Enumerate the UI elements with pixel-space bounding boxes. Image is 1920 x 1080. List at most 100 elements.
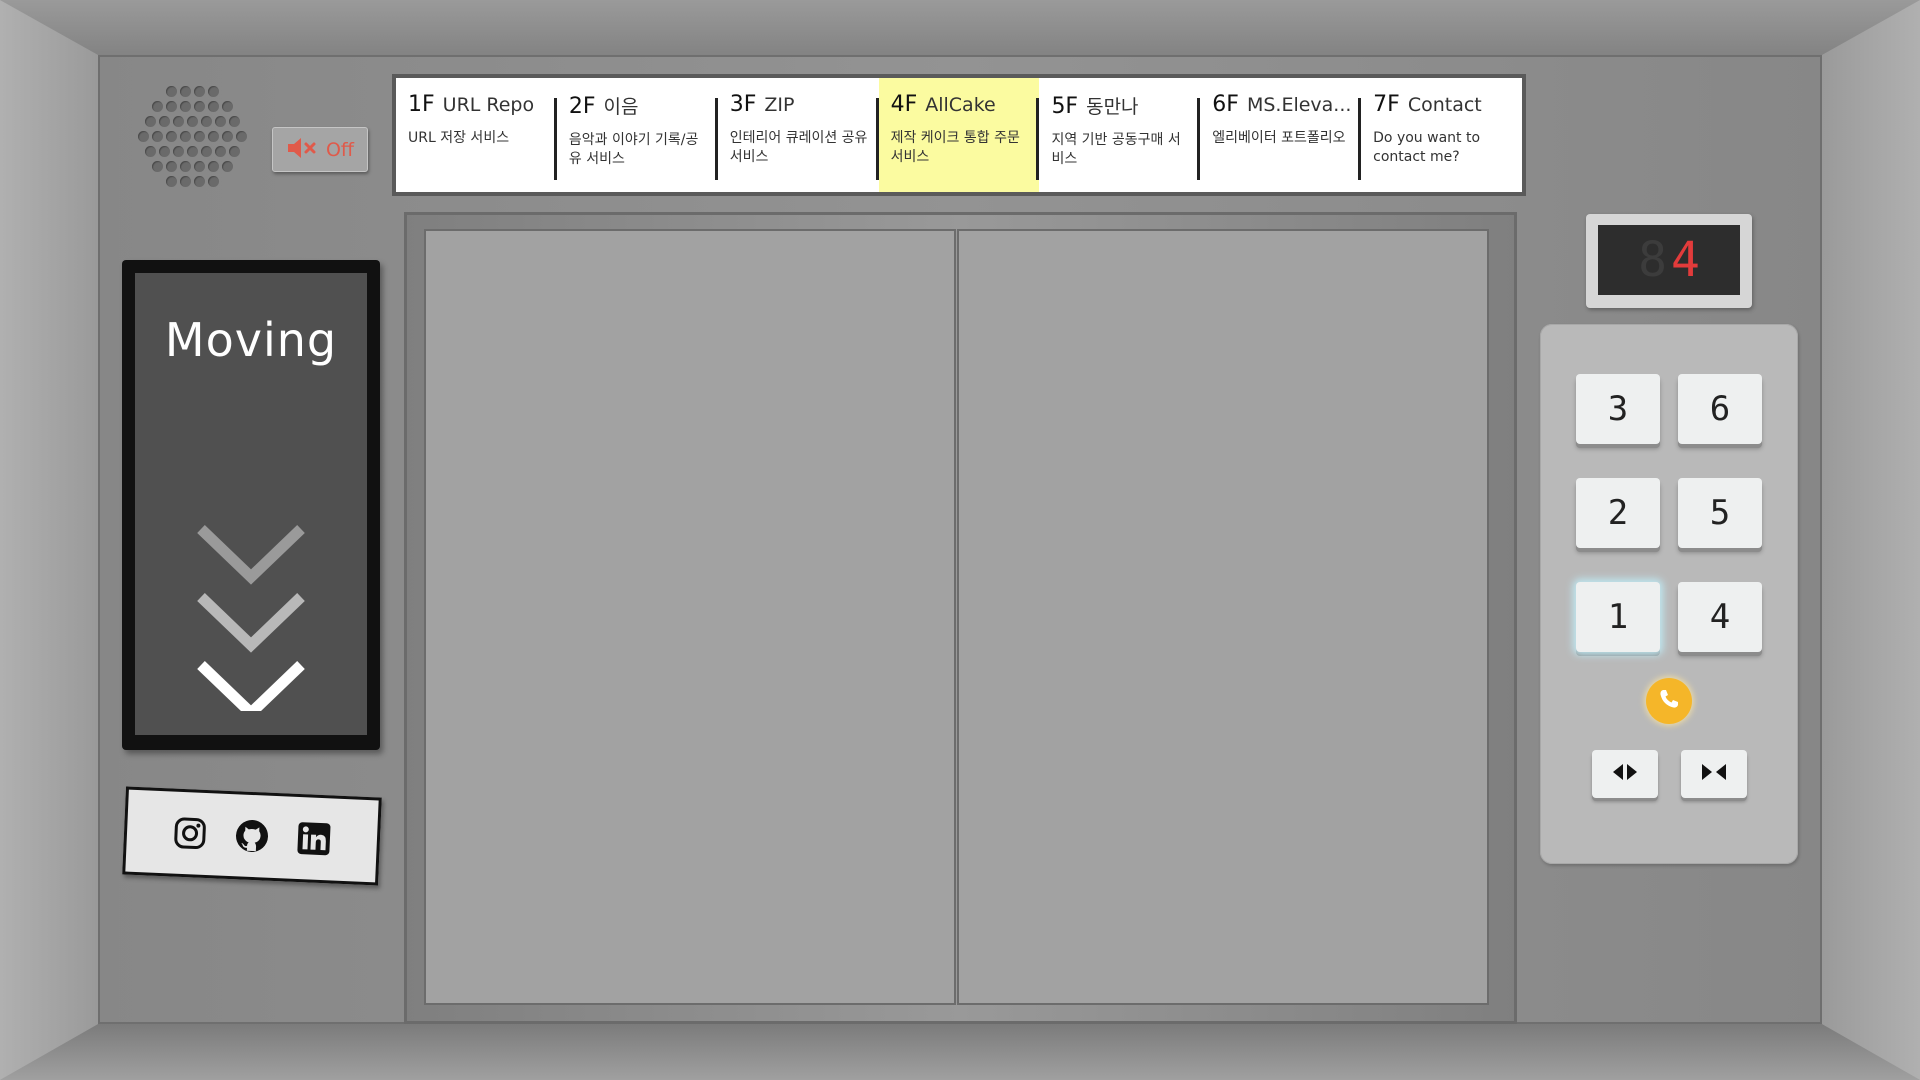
speaker-hole	[180, 176, 191, 187]
floor-entry-3f[interactable]: 3F ZIP 인테리어 큐레이션 공유 서비스	[718, 78, 879, 192]
floor-entry-head: 2F 이음	[569, 92, 708, 119]
chevron-down-icon	[197, 525, 305, 585]
speaker-grille	[132, 86, 252, 192]
speaker-hole	[208, 131, 219, 142]
floor-description: URL 저장 서비스	[408, 130, 510, 146]
speaker-hole	[166, 161, 177, 172]
floor-directory: 1F URL Repo URL 저장 서비스 2F 이음음악과 이야기 기록/공유 서비…	[392, 74, 1526, 196]
speaker-hole	[159, 146, 170, 157]
speaker-hole	[208, 101, 219, 112]
floor-number: 3F	[729, 92, 757, 117]
speaker-hole	[166, 101, 177, 112]
floor-number: 1F	[408, 92, 435, 117]
floor-description: Do you want to contact me?	[1373, 130, 1481, 165]
floor-entry-head: 7F Contact	[1373, 92, 1512, 117]
speaker-hole	[236, 131, 247, 142]
floor-entry-head: 4F AllCake	[891, 92, 1030, 117]
speaker-hole	[222, 161, 233, 172]
github-icon[interactable]	[232, 816, 272, 856]
floor-button-6[interactable]: 6	[1678, 374, 1762, 444]
speaker-hole	[166, 176, 177, 187]
floor-entry-6f[interactable]: 6F MS.Eleva... 엘리베이터 포트폴리오	[1200, 78, 1362, 192]
elevator-door-frame	[404, 212, 1517, 1024]
floor-name: URL Repo	[442, 94, 535, 116]
floor-indicator: 8 4	[1586, 214, 1752, 308]
speaker-hole	[194, 161, 205, 172]
floor-entry-head: 6F MS.Eleva...	[1212, 92, 1351, 117]
floor-description: 음악과 이야기 기록/공유 서비스	[568, 132, 699, 167]
speaker-hole	[215, 116, 226, 127]
speaker-hole	[208, 161, 219, 172]
speaker-hole	[229, 116, 240, 127]
door-close-icon	[1698, 762, 1730, 786]
floor-number: 6F	[1212, 92, 1239, 117]
speaker-hole	[194, 86, 205, 97]
chevron-down-icon	[197, 593, 305, 653]
door-open-button[interactable]	[1592, 750, 1658, 798]
speaker-hole	[222, 131, 233, 142]
speaker-hole	[159, 116, 170, 127]
call-button[interactable]	[1646, 678, 1692, 724]
chevron-down-icon	[197, 661, 305, 711]
down-arrows-icon	[197, 525, 305, 711]
speaker-hole	[194, 131, 205, 142]
floor-entry-2f[interactable]: 2F 이음음악과 이야기 기록/공유 서비스	[557, 78, 718, 192]
floor-button-1[interactable]: 1	[1576, 582, 1660, 652]
floor-button-2[interactable]: 2	[1576, 478, 1660, 548]
button-panel: 362514	[1540, 324, 1798, 864]
speaker-hole	[215, 146, 226, 157]
door-close-button[interactable]	[1681, 750, 1747, 798]
floor-description: 지역 기반 공동구매 서비스	[1051, 132, 1181, 167]
right-wall	[1822, 0, 1920, 1080]
speaker-hole	[145, 146, 156, 157]
left-door	[424, 229, 956, 1005]
phone-icon	[1658, 688, 1680, 714]
floor	[0, 1024, 1920, 1080]
floor-number: 4F	[890, 92, 918, 117]
floor-name: MS.Eleva...	[1246, 94, 1352, 116]
floor-name: AllCake	[925, 94, 996, 116]
floor-entry-head: 1F URL Repo	[408, 92, 547, 117]
speaker-hole	[166, 131, 177, 142]
floor-description: 제작 케이크 통합 주문 서비스	[890, 130, 1020, 165]
status-display: Moving	[122, 260, 380, 750]
speaker-hole	[194, 176, 205, 187]
linkedin-icon[interactable]	[294, 819, 334, 859]
status-screen: Moving	[135, 273, 367, 735]
floor-entry-7f[interactable]: 7F Contact Do you want to contact me?	[1361, 78, 1522, 192]
speaker-hole	[180, 161, 191, 172]
speaker-hole	[222, 101, 233, 112]
speaker-hole	[201, 116, 212, 127]
floor-entry-head: 3F ZIP	[730, 92, 869, 117]
door-open-icon	[1609, 762, 1641, 786]
floor-entry-head: 5F 동만나	[1051, 92, 1190, 119]
floor-button-4[interactable]: 4	[1678, 582, 1762, 652]
left-wall	[0, 0, 98, 1080]
speaker-hole	[138, 131, 149, 142]
floor-button-3[interactable]: 3	[1576, 374, 1660, 444]
floor-entry-5f[interactable]: 5F 동만나지역 기반 공동구매 서비스	[1039, 78, 1201, 192]
floor-number: 7F	[1373, 92, 1400, 117]
current-floor-digit: 4	[1671, 232, 1700, 288]
indicator-ghost-digit: 8	[1638, 232, 1667, 288]
floor-entry-1f[interactable]: 1F URL Repo URL 저장 서비스	[396, 78, 557, 192]
floor-indicator-screen: 8 4	[1598, 225, 1740, 295]
sound-toggle-label: Off	[325, 138, 355, 161]
floor-number: 5F	[1051, 94, 1079, 119]
floor-entry-4f[interactable]: 4F AllCake 제작 케이크 통합 주문 서비스	[878, 78, 1040, 192]
speaker-hole	[208, 86, 219, 97]
instagram-icon[interactable]	[170, 813, 210, 853]
speaker-hole	[180, 86, 191, 97]
speaker-hole	[180, 131, 191, 142]
floor-name: ZIP	[764, 94, 795, 116]
speaker-hole	[187, 146, 198, 157]
speaker-hole	[187, 116, 198, 127]
sound-toggle-button[interactable]: Off	[272, 127, 368, 172]
speaker-hole	[201, 146, 212, 157]
social-links-card	[122, 786, 382, 886]
ceiling	[0, 0, 1920, 55]
floor-description: 엘리베이터 포트폴리오	[1212, 130, 1346, 146]
floor-name: Contact	[1407, 94, 1482, 116]
floor-button-5[interactable]: 5	[1678, 478, 1762, 548]
right-door	[957, 229, 1489, 1005]
